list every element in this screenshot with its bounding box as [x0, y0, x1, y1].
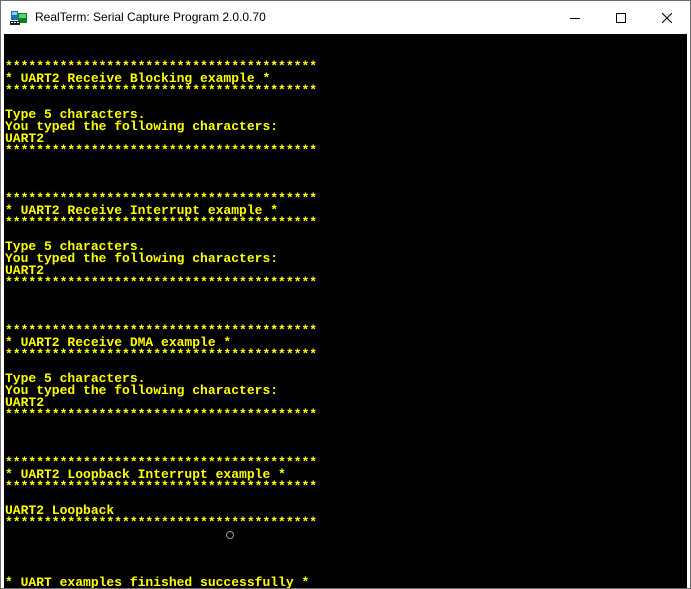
terminal-line: **************************************** [5, 275, 318, 290]
title-bar[interactable]: RealTerm: Serial Capture Program 2.0.0.7… [1, 1, 690, 34]
terminal-line: You typed the following characters: [5, 383, 279, 398]
maximize-button[interactable] [598, 1, 644, 34]
close-icon [662, 12, 672, 23]
terminal-line: You typed the following characters: [5, 119, 279, 134]
terminal-line: **************************************** [5, 479, 318, 494]
terminal-line: **************************************** [5, 347, 318, 362]
minimize-button[interactable] [552, 1, 598, 34]
terminal-line: **************************************** [5, 515, 318, 530]
minimize-icon [570, 17, 580, 19]
maximize-icon [616, 12, 626, 23]
window-title: RealTerm: Serial Capture Program 2.0.0.7… [35, 10, 266, 24]
terminal-line: **************************************** [5, 143, 318, 158]
terminal-line: **************************************** [5, 215, 318, 230]
mouse-cursor-ring-icon [226, 531, 234, 539]
terminal-line: * UART examples finished successfully * [5, 575, 310, 588]
terminal-line: You typed the following characters: [5, 251, 279, 266]
terminal-line: **************************************** [5, 407, 318, 422]
terminal-line: **************************************** [5, 83, 318, 98]
realterm-window: RealTerm: Serial Capture Program 2.0.0.7… [0, 0, 691, 589]
realterm-icon[interactable] [10, 9, 28, 26]
terminal-output[interactable]: ****************************************… [4, 34, 687, 588]
close-button[interactable] [644, 1, 690, 34]
